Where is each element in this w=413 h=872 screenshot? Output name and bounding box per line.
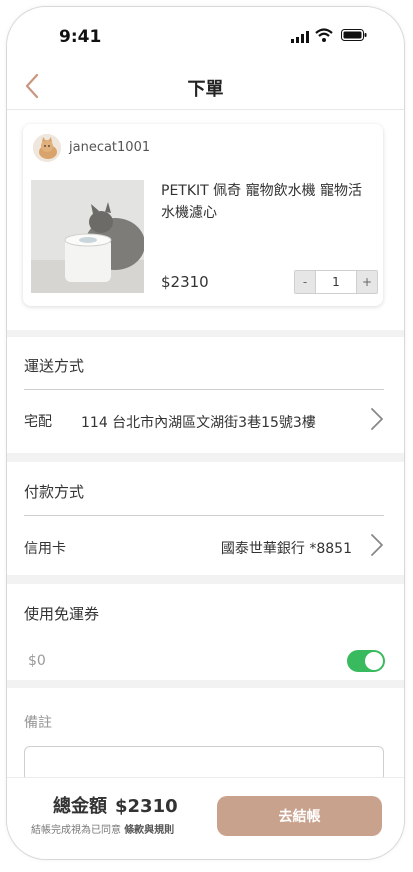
shipping-method[interactable]: 宅配 (24, 411, 52, 431)
agree-text: 結帳完成視為已同意 (31, 825, 125, 836)
divider (24, 389, 384, 390)
phone-frame: 9:41 下單 janecat1001 PETKIT 佩奇 寵物飲水機 寵物活水… (6, 6, 405, 860)
total-label: 總金額 (53, 796, 107, 817)
shipping-section: 運送方式 宅配 114 台北市內湖區文湖街3巷15號3樓 (7, 337, 404, 453)
quantity-value[interactable]: 1 (315, 271, 357, 293)
checkout-footer: 總金額 $2310 結帳完成視為已同意 條款與規則 去結帳 (7, 777, 404, 859)
checkout-button[interactable]: 去結帳 (217, 796, 382, 836)
divider (24, 515, 384, 516)
pet-fountain-image-icon (31, 180, 144, 293)
wifi-icon (315, 28, 333, 42)
cat-avatar-icon (33, 134, 61, 162)
payment-label: 付款方式 (24, 483, 85, 501)
page-title: 下單 (187, 79, 224, 100)
status-time: 9:41 (59, 27, 102, 47)
chevron-right-icon[interactable] (370, 533, 384, 557)
status-bar: 9:41 (7, 7, 404, 63)
cellular-signal-icon (291, 31, 309, 43)
battery-icon (341, 29, 367, 41)
quantity-decrease-button[interactable]: - (295, 271, 315, 293)
order-section: janecat1001 PETKIT 佩奇 寵物飲水機 寵物活水機濾心 $231… (7, 110, 404, 330)
shipping-label: 運送方式 (24, 357, 85, 375)
quantity-stepper: - 1 + (294, 270, 378, 294)
seller-name[interactable]: janecat1001 (69, 140, 150, 155)
terms-link[interactable]: 條款與規則 (124, 825, 174, 836)
notes-section: 備註 (7, 688, 404, 808)
payment-account[interactable]: 國泰世華銀行 *8851 (221, 538, 352, 558)
product-card: janecat1001 PETKIT 佩奇 寵物飲水機 寵物活水機濾心 $231… (23, 124, 383, 306)
product-image[interactable] (31, 180, 144, 293)
coupon-amount: $0 (28, 653, 46, 669)
terms-notice: 結帳完成視為已同意 條款與規則 (31, 821, 174, 836)
toggle-knob (365, 652, 383, 670)
nav-header: 下單 (7, 63, 404, 110)
payment-section: 付款方式 信用卡 國泰世華銀行 *8851 (7, 462, 404, 575)
product-name[interactable]: PETKIT 佩奇 寵物飲水機 寵物活水機濾心 (161, 180, 375, 224)
chevron-right-icon[interactable] (370, 407, 384, 431)
coupon-toggle[interactable] (347, 650, 385, 672)
coupon-label: 使用免運券 (24, 605, 100, 623)
payment-method[interactable]: 信用卡 (24, 538, 66, 558)
notes-label: 備註 (24, 715, 52, 731)
avatar (33, 134, 61, 162)
quantity-increase-button[interactable]: + (357, 271, 377, 293)
coupon-section: 使用免運券 $0 (7, 584, 404, 680)
total-amount: $2310 (115, 796, 178, 817)
shipping-address[interactable]: 114 台北市內湖區文湖街3巷15號3樓 (81, 412, 316, 432)
product-price: $2310 (161, 273, 209, 291)
total-price: 總金額 $2310 (53, 792, 178, 818)
